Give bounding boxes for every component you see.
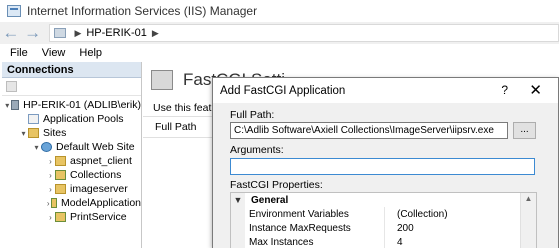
tree-item-collections[interactable]: › Collections (2, 168, 141, 182)
server-icon (54, 28, 67, 38)
expand-chevron-icon[interactable]: ▾ (19, 129, 28, 138)
column-header-full-path[interactable]: Full Path (143, 116, 223, 138)
tree-item-label: HP-ERIK-01 (ADLIB\erik) (23, 99, 141, 111)
property-value[interactable]: 200 (384, 221, 414, 235)
window-titlebar: Internet Information Services (IIS) Mana… (0, 0, 559, 22)
dialog-titlebar: Add FastCGI Application ? ✕ (213, 78, 558, 103)
expand-chevron-icon[interactable]: › (46, 185, 55, 194)
menu-file[interactable]: File (10, 47, 28, 59)
tree-item-label: PrintService (70, 211, 127, 223)
folder-icon (55, 184, 66, 194)
tree-item-label: Sites (43, 127, 67, 139)
tree-item-label: imageserver (70, 183, 128, 195)
tree-item-imageserver[interactable]: › imageserver (2, 182, 141, 196)
connect-icon[interactable] (6, 81, 17, 92)
dialog-body: Full Path: C:\Adlib Software\Axiell Coll… (213, 103, 558, 248)
expand-chevron-icon[interactable]: › (46, 171, 55, 180)
tree-item-default-web-site[interactable]: ▾ Default Web Site (2, 140, 141, 154)
iis-app-icon (7, 5, 21, 17)
tree-item-printservice[interactable]: › PrintService (2, 210, 141, 224)
menu-help[interactable]: Help (79, 47, 102, 59)
full-path-label: Full Path: (230, 109, 275, 121)
property-row[interactable]: Instance MaxRequests 200 (231, 221, 536, 235)
close-button[interactable]: ✕ (529, 81, 542, 99)
application-icon (55, 170, 66, 180)
property-row[interactable]: Environment Variables (Collection) (231, 207, 536, 221)
window-title: Internet Information Services (IIS) Mana… (27, 4, 258, 18)
tree-item-label: Application Pools (43, 113, 124, 125)
scroll-up-icon[interactable]: ▲ (521, 193, 536, 205)
connections-toolbar (2, 78, 141, 96)
property-grid: ▼ General Environment Variables (Collect… (230, 192, 537, 248)
app-pool-icon (28, 114, 39, 124)
property-value[interactable]: (Collection) (384, 207, 448, 221)
expand-chevron-icon[interactable]: ▾ (32, 143, 41, 152)
menu-bar: File View Help (0, 44, 559, 62)
tree-item-label: Collections (70, 169, 122, 181)
expand-chevron-icon[interactable]: › (46, 157, 55, 166)
tree-item-label: Default Web Site (56, 141, 135, 153)
fastcgi-icon (151, 70, 173, 90)
property-name: Instance MaxRequests (249, 222, 351, 234)
application-icon (55, 212, 66, 222)
arguments-input[interactable] (230, 158, 535, 175)
category-label: General (251, 194, 289, 206)
help-button[interactable]: ? (501, 83, 508, 97)
expand-chevron-icon[interactable]: › (46, 213, 55, 222)
globe-icon (41, 142, 52, 152)
forward-arrow-icon[interactable]: → (22, 23, 44, 43)
collapse-icon[interactable]: ▼ (231, 195, 245, 205)
tree-item-modelapplication[interactable]: › ModelApplication (2, 196, 141, 210)
tree-item-sites[interactable]: ▾ Sites (2, 126, 141, 140)
property-value[interactable]: 4 (384, 235, 403, 248)
add-fastcgi-dialog: Add FastCGI Application ? ✕ Full Path: C… (212, 77, 559, 248)
property-category-general[interactable]: ▼ General (231, 193, 536, 207)
connections-pane: Connections ▾ HP-ERIK-01 (ADLIB\erik) Ap… (2, 62, 142, 248)
dialog-title: Add FastCGI Application (220, 84, 346, 97)
breadcrumb[interactable]: ▶ HP-ERIK-01 ▶ (49, 24, 559, 42)
menu-view[interactable]: View (42, 47, 66, 59)
breadcrumb-item-server[interactable]: HP-ERIK-01 (86, 27, 147, 39)
property-grid-scrollbar[interactable]: ▲ (520, 193, 536, 248)
breadcrumb-separator-icon[interactable]: ▶ (152, 28, 159, 39)
tree-item-label: ModelApplication (61, 197, 141, 209)
tree-item-application-pools[interactable]: Application Pools (2, 112, 141, 126)
browse-button[interactable]: ... (513, 122, 536, 139)
site-tree: ▾ HP-ERIK-01 (ADLIB\erik) Application Po… (2, 96, 141, 224)
full-path-input[interactable]: C:\Adlib Software\Axiell Collections\Ima… (230, 122, 508, 139)
tree-item-aspnet-client[interactable]: › aspnet_client (2, 154, 141, 168)
arguments-label: Arguments: (230, 144, 284, 156)
connections-header: Connections (2, 62, 141, 78)
tree-item-server[interactable]: ▾ HP-ERIK-01 (ADLIB\erik) (2, 98, 141, 112)
fastcgi-properties-label: FastCGI Properties: (230, 179, 323, 191)
property-name: Environment Variables (249, 208, 349, 220)
folder-icon (28, 128, 39, 138)
folder-icon (55, 156, 66, 166)
property-row[interactable]: Max Instances 4 (231, 235, 536, 248)
server-icon (10, 100, 20, 110)
tree-item-label: aspnet_client (70, 155, 132, 167)
application-icon (50, 198, 58, 208)
property-name: Max Instances (249, 236, 314, 248)
back-arrow-icon[interactable]: ← (0, 23, 22, 43)
breadcrumb-separator-icon[interactable]: ▶ (74, 28, 81, 39)
address-bar: ← → ▶ HP-ERIK-01 ▶ (0, 22, 559, 44)
